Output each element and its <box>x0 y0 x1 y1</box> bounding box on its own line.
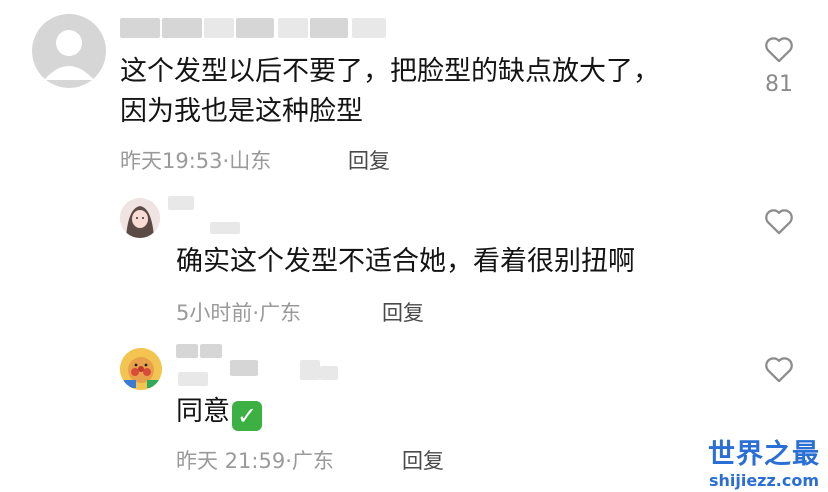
cartoon-avatar-icon[interactable] <box>120 348 162 390</box>
reply-button[interactable]: 回复 <box>348 148 390 174</box>
comment-1: 这个发型以后不要了，把脸型的缺点放大了， 因为我也是这种脸型 昨天19:53·山… <box>0 0 828 190</box>
comment-time: 5小时前 <box>176 301 253 325</box>
comment-meta: 昨天19:53·山东 <box>120 148 271 174</box>
watermark-url: shijiezz.com <box>708 471 820 490</box>
comment-location: 广东 <box>291 449 334 473</box>
username-redacted <box>168 344 368 388</box>
comment-time: 昨天 21:59 <box>176 449 286 473</box>
comment-text: 因为我也是这种脸型 <box>120 96 363 127</box>
comment-text: 确实这个发型不适合她，看着很别扭啊 <box>176 246 635 277</box>
comment-text: 这个发型以后不要了，把脸型的缺点放大了， <box>120 56 660 87</box>
comment-location: 广东 <box>259 301 302 325</box>
heart-outline-icon[interactable] <box>762 32 796 66</box>
comment-text: 同意 ✓ <box>176 392 262 432</box>
check-mark-emoji: ✓ <box>232 401 262 431</box>
meta-separator: · <box>285 449 292 473</box>
heart-outline-icon[interactable] <box>762 204 796 238</box>
comment-meta: 5小时前·广东 <box>176 300 301 326</box>
default-user-icon[interactable] <box>32 14 106 88</box>
like-count: 81 <box>765 72 793 97</box>
comment-time: 昨天19:53 <box>120 149 223 173</box>
reply-button[interactable]: 回复 <box>402 448 444 474</box>
comment-text-body: 同意 <box>176 396 230 427</box>
watermark: 世界之最 shijiezz.com <box>702 432 826 490</box>
user-photo-icon[interactable] <box>120 198 160 238</box>
username-redacted <box>168 196 268 236</box>
watermark-title: 世界之最 <box>708 439 820 470</box>
comment-location: 山东 <box>229 149 272 173</box>
username-redacted <box>120 18 410 38</box>
comment-2: 确实这个发型不适合她，看着很别扭啊 5小时前·广东 回复 <box>0 190 828 340</box>
reply-button[interactable]: 回复 <box>382 300 424 326</box>
heart-outline-icon[interactable] <box>762 352 796 386</box>
comment-meta: 昨天 21:59·广东 <box>176 448 334 474</box>
